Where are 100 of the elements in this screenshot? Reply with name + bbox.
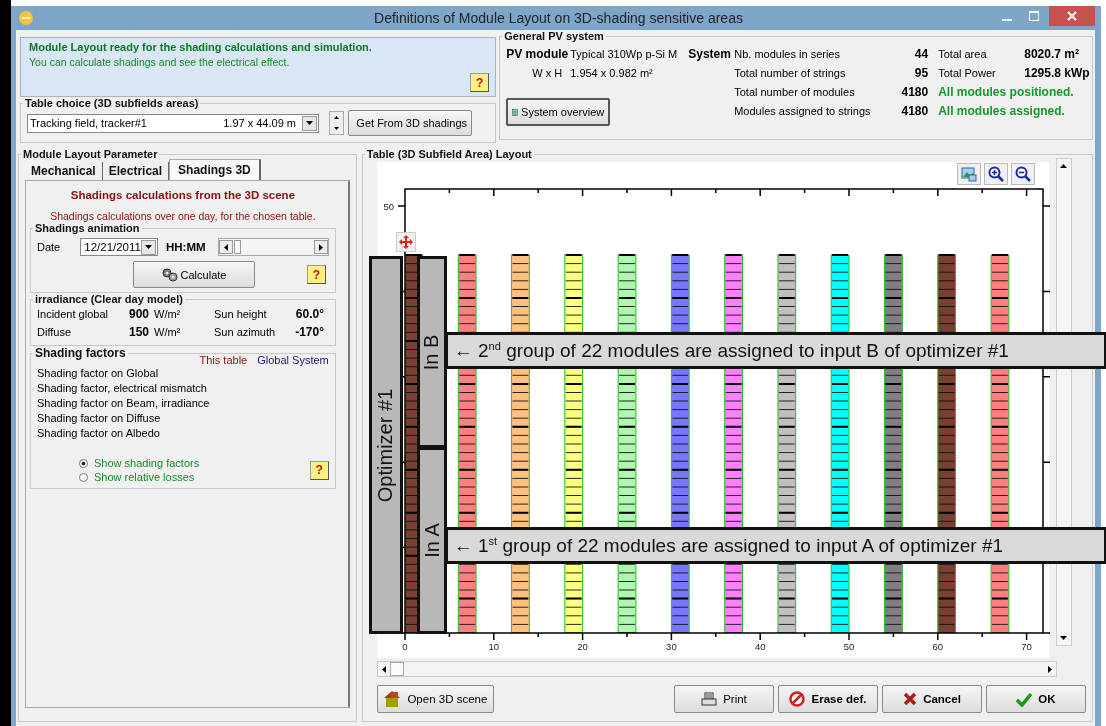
group-title: Shading factors bbox=[34, 346, 127, 360]
spinner-control[interactable] bbox=[329, 111, 344, 135]
house-icon bbox=[383, 690, 402, 708]
radio-option[interactable]: Show relative losses bbox=[79, 470, 200, 484]
group-title: Table choice (3D subfields areas) bbox=[24, 97, 200, 109]
table-name: Tracking field, tracker#1 bbox=[30, 117, 148, 129]
field-label: PV module bbox=[506, 46, 570, 61]
axis-label: 50 bbox=[843, 641, 855, 652]
scroll-thumb[interactable] bbox=[389, 662, 404, 676]
field-label: HH:MM bbox=[165, 241, 206, 253]
close-icon bbox=[1067, 11, 1077, 21]
group-title: irradiance (Clear day model) bbox=[34, 293, 184, 305]
status-text: All modules positioned. bbox=[937, 84, 1075, 99]
caret-icon bbox=[144, 245, 152, 249]
field-label: W x H bbox=[531, 66, 564, 79]
help-button[interactable]: ? bbox=[307, 265, 326, 284]
group-title: General PV system bbox=[503, 30, 605, 42]
printer-icon bbox=[701, 692, 718, 706]
app-icon bbox=[18, 10, 34, 26]
callout-note: ← 2$^{nd}$ group of 22 modules are assigned to input B of optimizer #1 bbox=[444, 332, 1106, 369]
radio-button[interactable] bbox=[79, 458, 88, 468]
window-title: Definitions of Module Layout on 3D-shading sensitive areas bbox=[373, 10, 744, 26]
group-title: Module Layout Parameter bbox=[22, 148, 159, 160]
radio-label: Show shading factors bbox=[94, 457, 200, 469]
status-headline: Module Layout ready for the shading calculations and simulation. bbox=[29, 41, 373, 53]
move-handle[interactable] bbox=[395, 232, 416, 252]
field-label: Total number of strings bbox=[734, 66, 847, 79]
field-label: Modules assigned to strings bbox=[734, 104, 872, 117]
group-title: Shadings animation bbox=[34, 222, 141, 234]
factor-label: Shading factor on Diffuse bbox=[37, 411, 162, 426]
axis-label: 40 bbox=[754, 641, 766, 652]
column-header: Global System bbox=[257, 354, 329, 366]
horizontal-scrollbar[interactable] bbox=[376, 661, 1057, 677]
group-title: Table (3D Subfield Area) Layout bbox=[365, 148, 533, 160]
field-value: 8020.7 m² bbox=[1024, 46, 1080, 61]
export-image-button[interactable] bbox=[956, 163, 981, 185]
dropdown-button[interactable] bbox=[302, 115, 317, 131]
field-value: 95 bbox=[913, 65, 929, 80]
tab[interactable]: Mechanical bbox=[25, 162, 103, 180]
right-arrow-icon bbox=[1047, 665, 1052, 673]
field-label: Total area bbox=[937, 47, 988, 60]
tab[interactable]: Shadings 3D bbox=[169, 159, 261, 180]
cross-icon bbox=[903, 692, 918, 706]
field-label: Diffuse bbox=[37, 326, 73, 338]
gears-icon bbox=[161, 267, 178, 282]
dialog-button[interactable]: Cancel bbox=[882, 685, 982, 713]
maximize-icon bbox=[1028, 11, 1039, 21]
radio-button[interactable] bbox=[79, 472, 88, 482]
date-field[interactable]: 12/21/2011 bbox=[80, 238, 158, 256]
prohibited-icon bbox=[789, 691, 806, 707]
factor-label: Shading factor on Global bbox=[37, 366, 160, 381]
section-description: Shadings calculations over one day, for the chosen table. bbox=[49, 210, 317, 222]
field-value: 150 bbox=[127, 325, 149, 339]
radio-label: Show relative losses bbox=[94, 471, 195, 483]
minimize-icon bbox=[1001, 19, 1012, 21]
factor-label: Shading factor on Albedo bbox=[37, 426, 161, 441]
up-caret-icon bbox=[334, 116, 339, 119]
help-button[interactable]: ? bbox=[309, 460, 329, 480]
field-label: Date bbox=[37, 241, 61, 253]
column-header: This table bbox=[199, 354, 248, 366]
field-label: Total number of modules bbox=[734, 85, 856, 98]
dialog-button[interactable]: Print bbox=[674, 685, 774, 713]
help-button[interactable]: ? bbox=[470, 73, 490, 92]
down-arrow-icon bbox=[1060, 636, 1068, 640]
zoom-in-button[interactable] bbox=[983, 163, 1008, 185]
axis-label: 60 bbox=[932, 641, 943, 652]
section-heading: Shadings calculations from the 3D scene bbox=[69, 189, 297, 201]
check-icon bbox=[1016, 691, 1033, 707]
left-arrow-icon bbox=[381, 665, 386, 673]
table-size: 1.97 x 44.09 m bbox=[223, 117, 296, 129]
callout-note: ← 1$^{st}$ group of 22 modules are assigned to input A of optimizer #1 bbox=[444, 527, 1106, 564]
input-label: In A bbox=[416, 447, 447, 634]
field-label: Nb. modules in series bbox=[734, 47, 841, 60]
down-caret-icon bbox=[334, 127, 339, 130]
field-value: 1.954 x 0.982 m² bbox=[570, 66, 654, 79]
dialog-button[interactable]: Erase def. bbox=[778, 685, 878, 713]
table-dropdown[interactable]: Tracking field, tracker#1 1.97 x 44.09 m bbox=[27, 113, 319, 133]
dialog-button[interactable]: OK bbox=[986, 685, 1086, 713]
get-from-3d-button[interactable]: Get From 3D shadings bbox=[348, 110, 472, 136]
move-icon bbox=[398, 235, 413, 249]
field-value: 4180 bbox=[900, 84, 929, 99]
axis-label: 10 bbox=[488, 641, 499, 652]
radio-option[interactable]: Show shading factors bbox=[79, 456, 200, 470]
field-label: System bbox=[688, 46, 732, 61]
axis-label: 30 bbox=[665, 641, 677, 652]
picture-icon bbox=[960, 166, 977, 182]
axis-label: 50 bbox=[383, 201, 394, 212]
calculate-button[interactable]: Calculate bbox=[133, 261, 255, 288]
up-arrow-icon bbox=[1060, 164, 1068, 168]
zoom-out-icon bbox=[1014, 166, 1031, 182]
zoom-out-button[interactable] bbox=[1010, 163, 1035, 185]
factor-label: Shading factor on Beam, irradiance bbox=[37, 396, 211, 411]
close-button[interactable] bbox=[1049, 6, 1095, 26]
system-overview-button[interactable]: System overview bbox=[506, 98, 611, 126]
field-label: Sun height bbox=[214, 308, 268, 320]
axis-label: 0 bbox=[402, 641, 408, 652]
dropdown-button[interactable] bbox=[140, 239, 156, 255]
dialog-button[interactable]: Open 3D scene bbox=[376, 685, 494, 713]
field-value: 60.0° bbox=[294, 307, 324, 321]
field-value: Typical 310Wp p-Si M bbox=[570, 47, 679, 60]
